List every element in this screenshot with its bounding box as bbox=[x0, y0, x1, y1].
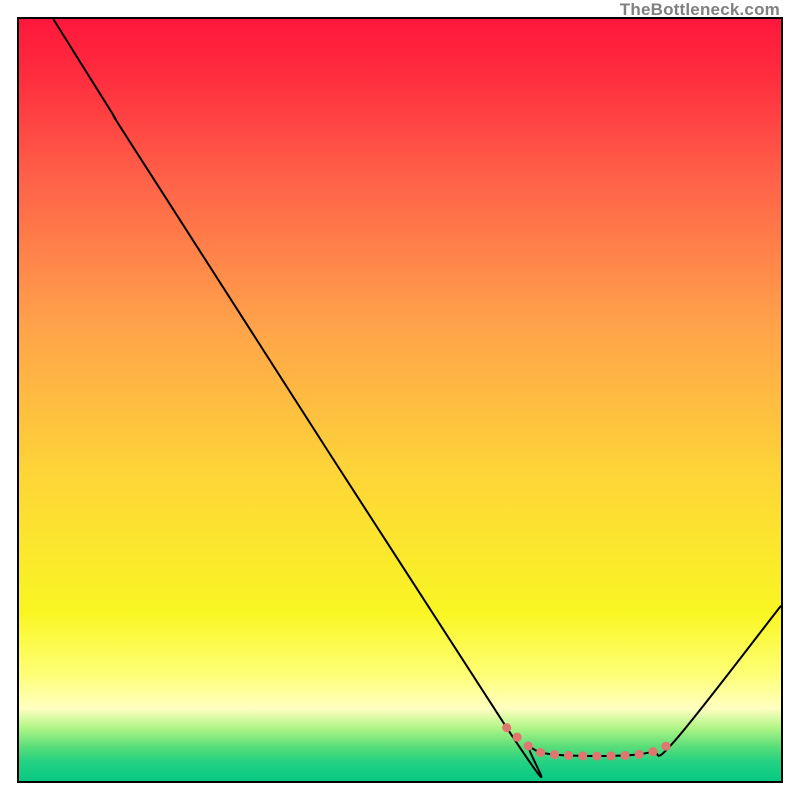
chart-lines bbox=[19, 19, 781, 781]
series-red-dotted-valley bbox=[507, 728, 675, 756]
plot-area bbox=[17, 17, 783, 783]
series-black-curve bbox=[53, 19, 781, 777]
chart-container: TheBottleneck.com bbox=[0, 0, 800, 800]
